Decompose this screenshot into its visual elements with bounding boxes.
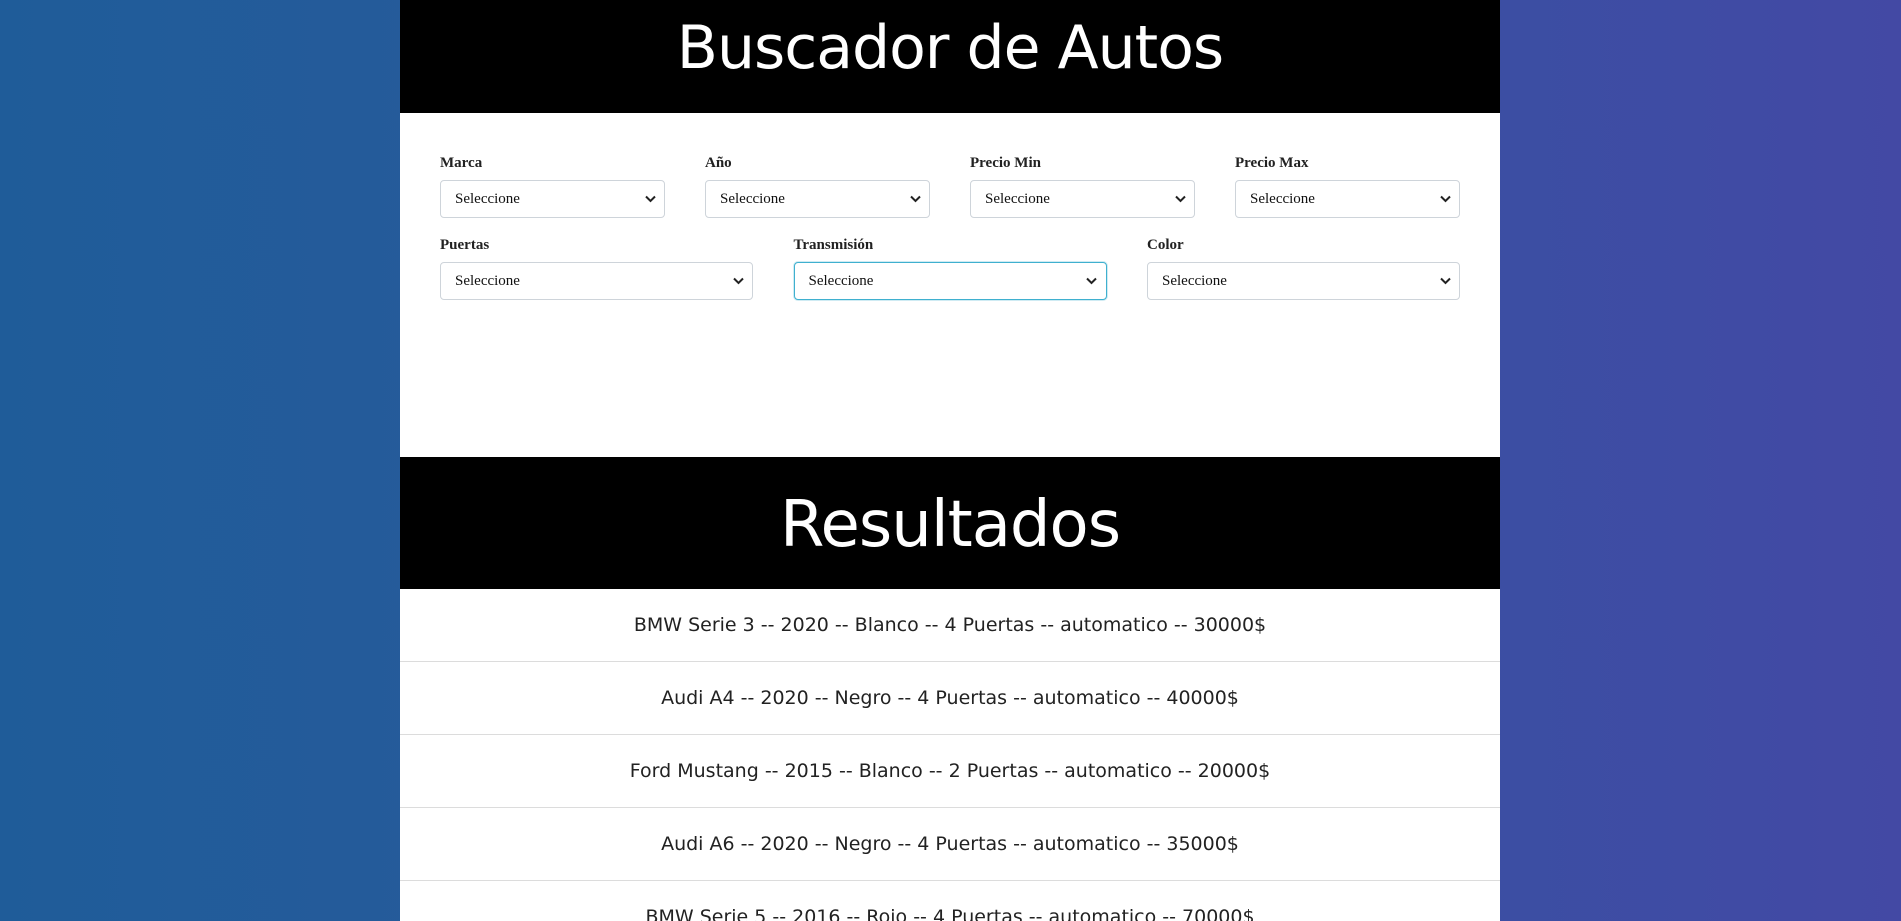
color-select-value: Seleccione bbox=[1162, 273, 1227, 289]
anio-select[interactable]: Seleccione bbox=[705, 180, 930, 218]
marca-select[interactable]: Seleccione bbox=[440, 180, 665, 218]
field-precio-min: Precio Min Seleccione bbox=[970, 155, 1195, 218]
chevron-down-icon bbox=[1439, 181, 1451, 217]
field-precio-max: Precio Max Seleccione bbox=[1235, 155, 1460, 218]
color-label: Color bbox=[1147, 237, 1184, 253]
chevron-down-icon bbox=[909, 181, 921, 217]
precio-min-label: Precio Min bbox=[970, 155, 1041, 171]
anio-select-value: Seleccione bbox=[720, 191, 785, 207]
color-select[interactable]: Seleccione bbox=[1147, 262, 1460, 300]
field-marca: Marca Seleccione bbox=[440, 155, 665, 218]
field-puertas: Puertas Seleccione bbox=[440, 237, 753, 300]
chevron-down-icon bbox=[644, 181, 656, 217]
puertas-label: Puertas bbox=[440, 237, 490, 253]
puertas-select[interactable]: Seleccione bbox=[440, 262, 753, 300]
marca-select-value: Seleccione bbox=[455, 191, 520, 207]
field-transmision: Transmisión Seleccione bbox=[793, 237, 1107, 300]
results-list: BMW Serie 3 -- 2020 -- Blanco -- 4 Puert… bbox=[400, 589, 1500, 921]
result-item: Audi A6 -- 2020 -- Negro -- 4 Puertas --… bbox=[400, 808, 1500, 881]
precio-min-select[interactable]: Seleccione bbox=[970, 180, 1195, 218]
page-title: Buscador de Autos bbox=[400, 0, 1500, 113]
anio-label: Año bbox=[705, 155, 732, 171]
marca-label: Marca bbox=[440, 155, 483, 171]
chevron-down-icon bbox=[732, 263, 744, 299]
result-item: Audi A4 -- 2020 -- Negro -- 4 Puertas --… bbox=[400, 662, 1500, 735]
precio-min-select-value: Seleccione bbox=[985, 191, 1050, 207]
transmision-label: Transmisión bbox=[793, 237, 874, 253]
puertas-select-value: Seleccione bbox=[455, 273, 520, 289]
precio-max-label: Precio Max bbox=[1235, 155, 1309, 171]
chevron-down-icon bbox=[1174, 181, 1186, 217]
result-item: BMW Serie 5 -- 2016 -- Rojo -- 4 Puertas… bbox=[400, 881, 1500, 921]
chevron-down-icon bbox=[1086, 263, 1098, 299]
filter-row-2: Puertas Seleccione Transmisión Seleccion… bbox=[440, 237, 1460, 300]
precio-max-select-value: Seleccione bbox=[1250, 191, 1315, 207]
filter-row-1: Marca Seleccione Año Seleccione Precio M… bbox=[440, 155, 1460, 218]
search-form: Marca Seleccione Año Seleccione Precio M… bbox=[400, 113, 1500, 457]
field-color: Color Seleccione bbox=[1147, 237, 1460, 300]
field-anio: Año Seleccione bbox=[705, 155, 930, 218]
transmision-select[interactable]: Seleccione bbox=[793, 262, 1107, 300]
result-item: Ford Mustang -- 2015 -- Blanco -- 2 Puer… bbox=[400, 735, 1500, 808]
results-title: Resultados bbox=[400, 457, 1500, 589]
result-item: BMW Serie 3 -- 2020 -- Blanco -- 4 Puert… bbox=[400, 589, 1500, 662]
chevron-down-icon bbox=[1439, 263, 1451, 299]
precio-max-select[interactable]: Seleccione bbox=[1235, 180, 1460, 218]
transmision-select-value: Seleccione bbox=[808, 273, 874, 289]
page-container: Buscador de Autos Marca Seleccione Año S… bbox=[400, 0, 1500, 921]
